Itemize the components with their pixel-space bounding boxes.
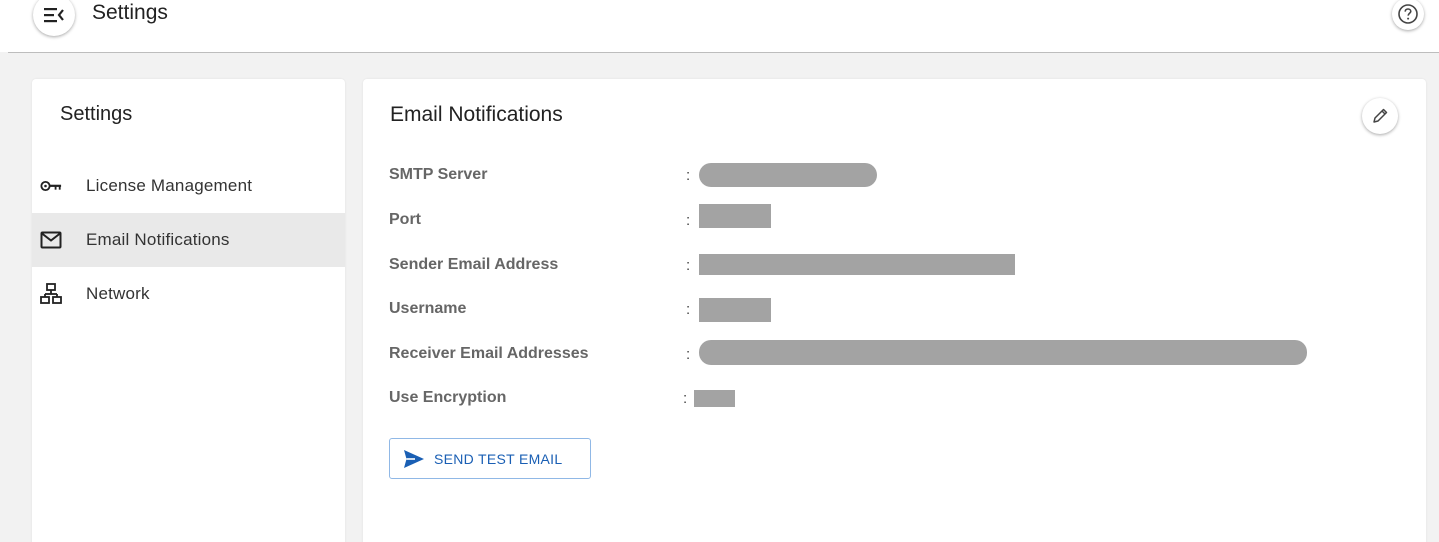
field-label-sender-email-address: Sender Email Address [389,256,559,273]
field-colon: : [686,301,691,318]
send-test-email-label: SEND TEST EMAIL [434,451,563,467]
menu-toggle-button[interactable] [33,0,75,36]
panel-title: Email Notifications [390,103,563,126]
sidebar-item-email-notifications[interactable]: Email Notifications [32,213,345,267]
field-label-use-encryption: Use Encryption [389,389,507,406]
key-icon [40,175,62,197]
field-colon: : [683,390,688,407]
sidebar-item-license-management[interactable]: License Management [32,159,345,213]
field-colon: : [686,346,691,363]
help-circle-icon [1398,4,1418,24]
top-bar: Settings [0,0,1439,52]
field-colon: : [686,167,691,184]
field-label-smtp-server: SMTP Server [389,166,488,183]
pencil-icon [1373,108,1388,123]
field-colon: : [686,212,691,229]
edit-button[interactable] [1362,98,1398,134]
sidebar-item-label: Email Notifications [86,230,230,249]
field-colon: : [686,257,691,274]
send-test-email-button[interactable]: SEND TEST EMAIL [389,438,591,479]
mail-icon [40,229,62,251]
sidebar-item-label: License Management [86,176,253,195]
sidebar-item-network[interactable]: Network [32,267,345,321]
menu-collapse-icon [44,8,64,23]
network-icon [40,283,62,305]
field-label-receiver-email-addresses: Receiver Email Addresses [389,345,589,362]
page-title: Settings [92,1,168,24]
sidebar-item-label: Network [86,284,150,303]
redacted-value [699,340,1307,365]
settings-sidebar: Settings License Management Email Notifi… [32,79,345,542]
redacted-value [699,254,1015,275]
sidebar-title: Settings [60,103,133,125]
field-label-username: Username [389,300,467,317]
field-label-port: Port [389,211,421,228]
redacted-value [699,204,771,228]
send-icon [404,450,424,468]
redacted-value [699,163,877,187]
help-button[interactable] [1392,0,1424,30]
redacted-value [694,390,735,407]
email-notifications-panel: Email Notifications SMTP Server : Port :… [363,79,1426,542]
redacted-value [699,298,771,322]
header-divider [8,52,1439,53]
